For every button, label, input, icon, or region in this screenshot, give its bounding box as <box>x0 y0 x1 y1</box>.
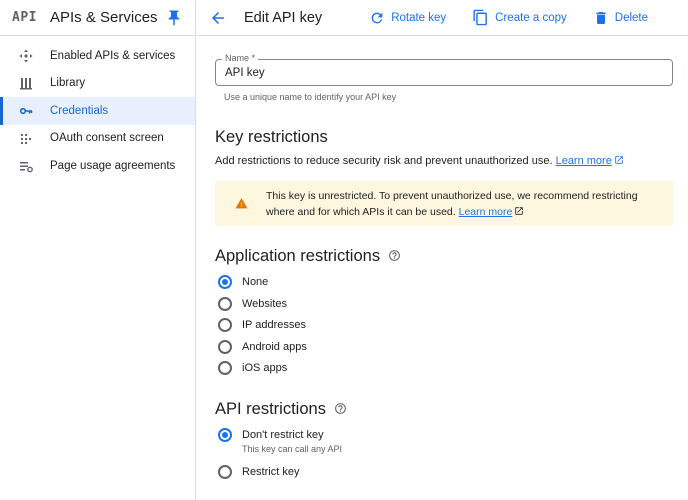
api-restriction-restrict-key[interactable]: Restrict key <box>218 465 299 479</box>
learn-more-label: Learn more <box>555 155 612 167</box>
key-icon <box>19 104 33 118</box>
sidebar-nav: Enabled APIs & services Library Credenti… <box>0 36 195 180</box>
key-restrictions-text: Add restrictions to reduce security risk… <box>215 155 553 167</box>
pin-icon[interactable] <box>165 9 183 27</box>
sidebar-item-enabled-apis[interactable]: Enabled APIs & services <box>0 42 195 70</box>
rotate-key-label: Rotate key <box>391 11 447 24</box>
api-restrictions-title: API restrictions <box>215 400 347 419</box>
radio-label: Don't restrict key <box>242 429 324 441</box>
create-copy-label: Create a copy <box>495 11 567 24</box>
sidebar-title: APIs & Services <box>50 9 158 26</box>
open-in-new-icon <box>515 206 524 215</box>
radio-restrict-key[interactable] <box>218 465 232 479</box>
dont-restrict-hint: This key can call any API <box>242 444 343 454</box>
api-logo: API <box>12 10 37 25</box>
consent-icon <box>19 131 33 145</box>
radio-websites[interactable] <box>218 296 232 311</box>
top-bar: Edit API key Rotate key Create a copy De… <box>197 0 688 36</box>
help-icon[interactable] <box>334 402 347 415</box>
enabled-apis-icon <box>19 49 33 63</box>
page-title: Edit API key <box>244 9 323 26</box>
warning-icon <box>235 196 248 214</box>
trash-icon <box>596 11 606 24</box>
sidebar-item-label: Enabled APIs & services <box>50 49 176 62</box>
radio-label: iOS apps <box>242 362 288 374</box>
radio-ios-apps[interactable] <box>218 361 232 375</box>
app-restriction-ip-addresses[interactable]: IP addresses <box>218 318 306 332</box>
radio-label: Android apps <box>242 340 307 353</box>
sidebar-item-label: Library <box>50 77 86 90</box>
learn-more-label: Learn more <box>458 205 513 218</box>
name-field[interactable]: Name * <box>215 53 673 86</box>
radio-android-apps[interactable] <box>218 339 232 354</box>
warning-message: This key is unrestricted. To prevent una… <box>266 190 638 218</box>
sidebar-item-page-usage[interactable]: Page usage agreements <box>0 152 195 180</box>
application-restrictions-title: Application restrictions <box>215 247 401 266</box>
app-restriction-ios-apps[interactable]: iOS apps <box>218 361 287 375</box>
sidebar-item-credentials[interactable]: Credentials <box>0 97 195 125</box>
help-icon[interactable] <box>388 249 401 262</box>
radio-dont-restrict[interactable] <box>218 428 232 442</box>
app-restriction-none[interactable]: None <box>218 275 268 289</box>
warning-text: This key is unrestricted. To prevent una… <box>266 189 661 220</box>
create-copy-button[interactable]: Create a copy <box>472 9 567 26</box>
application-restrictions-label: Application restrictions <box>215 247 381 265</box>
key-restrictions-title: Key restrictions <box>215 128 328 146</box>
library-icon <box>19 76 33 90</box>
app-restriction-websites[interactable]: Websites <box>218 296 288 311</box>
api-restrictions-label: API restrictions <box>215 400 326 418</box>
radio-label: None <box>242 276 269 288</box>
name-input[interactable] <box>225 67 645 79</box>
learn-more-link[interactable]: Learn more <box>556 155 624 167</box>
open-in-new-icon <box>615 156 623 164</box>
refresh-icon <box>371 12 383 23</box>
sidebar-item-library[interactable]: Library <box>0 70 195 98</box>
radio-label: IP addresses <box>242 319 307 331</box>
sidebar-item-oauth-consent[interactable]: OAuth consent screen <box>0 125 195 153</box>
name-field-label: Name * <box>222 53 259 63</box>
delete-button[interactable]: Delete <box>593 10 648 26</box>
sidebar-header: API APIs & Services <box>0 0 195 36</box>
main-content: Name * Use a unique name to identify you… <box>197 37 688 500</box>
radio-label: Restrict key <box>242 466 300 478</box>
sidebar: API APIs & Services Enabled APIs & servi… <box>0 0 196 500</box>
sidebar-item-label: Credentials <box>50 104 109 117</box>
rotate-key-button[interactable]: Rotate key <box>369 10 446 26</box>
back-arrow-icon[interactable] <box>209 9 227 27</box>
radio-label: Websites <box>242 297 288 310</box>
unrestricted-warning-banner: This key is unrestricted. To prevent una… <box>215 181 673 226</box>
sidebar-item-label: OAuth consent screen <box>50 132 164 145</box>
key-restrictions-description: Add restrictions to reduce security risk… <box>215 155 624 167</box>
app-restriction-android-apps[interactable]: Android apps <box>218 339 307 354</box>
radio-none[interactable] <box>218 275 232 289</box>
warning-learn-more-link[interactable]: Learn more <box>459 206 525 218</box>
name-hint: Use a unique name to identify your API k… <box>224 92 397 102</box>
sidebar-item-label: Page usage agreements <box>50 159 176 172</box>
delete-label: Delete <box>614 11 649 24</box>
settings-list-icon <box>19 159 33 173</box>
api-restriction-dont-restrict[interactable]: Don't restrict key <box>218 428 324 442</box>
radio-ip-addresses[interactable] <box>218 318 232 332</box>
copy-icon <box>473 9 488 26</box>
